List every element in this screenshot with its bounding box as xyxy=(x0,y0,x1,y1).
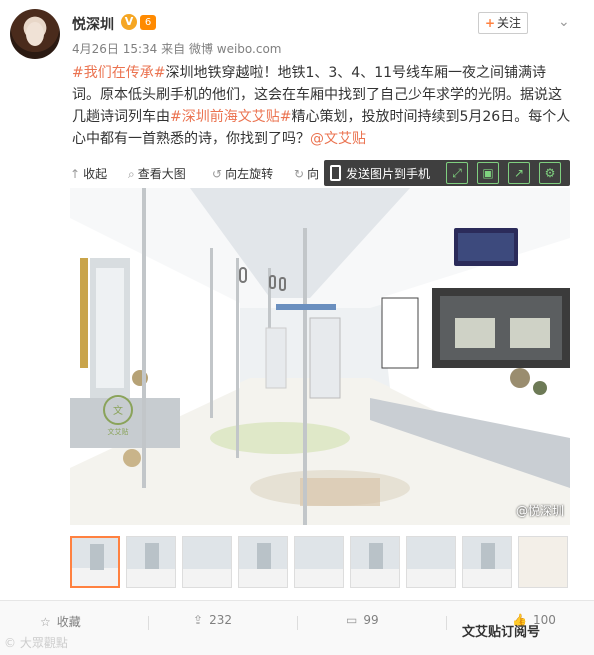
photo-watermark: @悦深圳 xyxy=(515,504,564,518)
post-timestamp[interactable]: 4月26日 15:34 xyxy=(72,42,157,56)
view-large-label: 查看大图 xyxy=(137,167,186,181)
verified-badge-icon[interactable]: V xyxy=(121,14,137,30)
follow-label: 关注 xyxy=(497,16,522,30)
watermark-right: 文艾贴订阅号 xyxy=(462,625,541,640)
thumbnail[interactable] xyxy=(182,536,232,588)
fullscreen-icon[interactable]: ⤢ xyxy=(446,162,468,184)
subway-interior-illustration: 文 文艾贴 xyxy=(70,188,570,525)
collapse-button[interactable]: ↑ 收起 xyxy=(70,165,107,182)
post-source[interactable]: 来自 微博 weibo.com xyxy=(161,42,281,56)
mention-link[interactable]: @文艾贴 xyxy=(310,131,366,147)
author-name[interactable]: 悦深圳 xyxy=(72,14,114,34)
comment-count: 99 xyxy=(363,613,379,627)
share-icon[interactable]: ↗ xyxy=(508,162,530,184)
favorite-button[interactable]: ☆ 收藏 xyxy=(40,613,81,630)
rotate-right-button[interactable]: ↻ 向 xyxy=(294,165,319,182)
divider xyxy=(148,616,149,630)
thumbnail[interactable] xyxy=(294,536,344,588)
magnifier-icon: ⌕ xyxy=(128,167,135,181)
seat-brand-text: 文艾贴 xyxy=(108,427,129,436)
follow-plus-icon: + xyxy=(484,16,496,30)
rotate-right-label: 向 xyxy=(307,167,320,181)
phone-icon xyxy=(330,165,341,181)
send-to-phone-button[interactable]: 发送图片到手机 xyxy=(346,165,430,182)
settings-gear-icon[interactable]: ⚙ xyxy=(539,162,561,184)
rotate-right-icon: ↻ xyxy=(294,167,305,181)
thumbnail-strip xyxy=(70,536,570,588)
avatar-face xyxy=(26,22,44,46)
divider xyxy=(446,616,447,630)
view-large-button[interactable]: ⌕ 查看大图 xyxy=(128,165,186,182)
thumbnail[interactable] xyxy=(126,536,176,588)
rotate-left-button[interactable]: ↺ 向左旋转 xyxy=(212,165,273,182)
comment-button[interactable]: ▭ 99 xyxy=(346,613,379,627)
thumbnail[interactable] xyxy=(238,536,288,588)
main-photo[interactable]: 文 文艾贴 @悦深圳 xyxy=(70,188,570,525)
level-badge-icon[interactable]: 6 xyxy=(140,15,156,30)
hashtag-link[interactable]: #我们在传承# xyxy=(72,65,165,81)
thumbnail[interactable] xyxy=(350,536,400,588)
author-avatar[interactable] xyxy=(10,9,60,59)
arrow-up-icon: ↑ xyxy=(70,167,81,181)
rotate-left-icon: ↺ xyxy=(212,167,223,181)
send-to-phone-bar: 发送图片到手机 ⤢ ▣ ↗ ⚙ xyxy=(324,160,570,186)
chevron-down-icon[interactable]: ⌄ xyxy=(558,14,570,30)
rotate-left-label: 向左旋转 xyxy=(225,167,274,181)
post-meta: 4月26日 15:34 来自 微博 weibo.com xyxy=(72,40,282,57)
thumbnail[interactable] xyxy=(70,536,120,588)
thumbnail[interactable] xyxy=(462,536,512,588)
save-icon[interactable]: ▣ xyxy=(477,162,499,184)
repost-button[interactable]: ⇪ 232 xyxy=(193,613,232,627)
thumbnail[interactable] xyxy=(518,536,568,588)
repost-icon: ⇪ xyxy=(193,613,204,627)
divider xyxy=(297,616,298,630)
collapse-label: 收起 xyxy=(83,167,108,181)
hashtag-link[interactable]: #深圳前海文艾贴# xyxy=(170,109,291,125)
watermark-left: © 大眾觀點 xyxy=(4,636,68,650)
favorite-label: 收藏 xyxy=(56,615,81,629)
repost-count: 232 xyxy=(209,613,232,627)
post-text: #我们在传承#深圳地铁穿越啦！地铁1、3、4、11号线车厢一夜之间铺满诗词。原本… xyxy=(72,62,572,150)
thumbnail[interactable] xyxy=(406,536,456,588)
follow-button[interactable]: + 关注 xyxy=(478,12,528,34)
comment-icon: ▭ xyxy=(346,613,358,627)
star-icon: ☆ xyxy=(40,615,51,629)
seat-logo-text: 文 xyxy=(113,404,123,417)
